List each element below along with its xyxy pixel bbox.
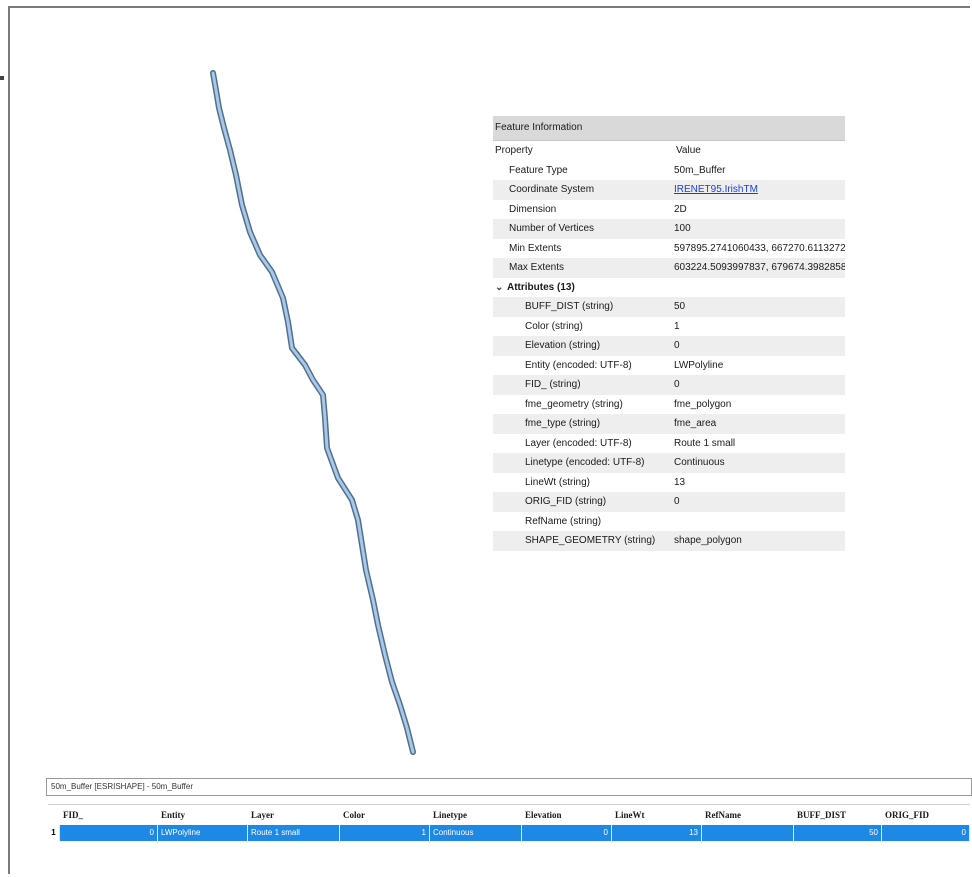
attribute-name: Layer (encoded: UTF-8): [525, 437, 632, 449]
property-name: Dimension: [509, 203, 557, 215]
attribute-value: Continuous: [674, 457, 725, 468]
attribute-name: ORIG_FID (string): [525, 496, 607, 507]
column-header-orig-fid[interactable]: ORIG_FID: [882, 805, 970, 825]
attribute-row-color[interactable]: Color (string) 1: [493, 317, 845, 337]
attribute-name: FID_ (string): [525, 379, 581, 390]
attribute-value: fme_polygon: [674, 398, 732, 410]
attribute-value: fme_area: [674, 418, 717, 429]
column-header-buff-dist[interactable]: BUFF_DIST: [794, 805, 882, 825]
attribute-name: fme_type (string): [525, 418, 601, 429]
attribute-row-fme-geometry[interactable]: fme_geometry (string) fme_polygon: [493, 395, 845, 415]
attribute-value: 1: [674, 320, 680, 332]
attribute-value: 13: [674, 476, 686, 488]
property-name: Min Extents: [509, 242, 562, 254]
attribute-value: 50: [674, 301, 686, 312]
column-header-linewt[interactable]: LineWt: [612, 805, 702, 825]
cell-refname[interactable]: [702, 825, 794, 841]
property-name: Number of Vertices: [509, 223, 595, 234]
table-viewer-title[interactable]: 50m_Buffer [ESRISHAPE] - 50m_Buffer: [46, 778, 972, 796]
property-column-header: Property: [495, 145, 533, 156]
property-name: Coordinate System: [509, 184, 595, 195]
attribute-value: 0: [674, 340, 680, 351]
buffer-route-fill[interactable]: [211, 71, 415, 754]
cell-linewt[interactable]: 13: [612, 825, 702, 841]
attribute-row-entity[interactable]: Entity (encoded: UTF-8) LWPolyline: [493, 356, 845, 376]
property-row-dimension[interactable]: Dimension 2D: [493, 200, 845, 220]
attribute-value: Route 1 small: [674, 437, 736, 449]
attribute-name: LineWt (string): [525, 476, 591, 488]
attribute-row-linetype[interactable]: Linetype (encoded: UTF-8) Continuous: [493, 453, 845, 473]
panel-header-row: Property Value: [493, 141, 845, 161]
column-header-color[interactable]: Color: [340, 805, 430, 825]
chevron-down-icon[interactable]: ⌄: [495, 278, 507, 298]
attribute-value: 0: [674, 379, 680, 390]
property-row-feature-type[interactable]: Feature Type 50m_Buffer: [493, 161, 845, 181]
column-header-fid[interactable]: FID_: [60, 805, 158, 825]
cell-fid[interactable]: 0: [60, 825, 158, 841]
attribute-row-buff-dist[interactable]: BUFF_DIST (string) 50: [493, 297, 845, 317]
row-number[interactable]: 1: [48, 825, 60, 841]
attribute-name: Color (string): [525, 320, 583, 332]
attribute-value: shape_polygon: [674, 535, 742, 546]
attribute-row-layer[interactable]: Layer (encoded: UTF-8) Route 1 small: [493, 434, 845, 454]
column-header-linetype[interactable]: Linetype: [430, 805, 522, 825]
property-row-max-extents[interactable]: Max Extents 603224.5093997837, 679674.39…: [493, 258, 845, 278]
cell-linetype[interactable]: Continuous: [430, 825, 522, 841]
attribute-value: [670, 512, 845, 532]
property-name: Max Extents: [509, 262, 565, 273]
property-value: 100: [674, 223, 691, 234]
attribute-name: Entity (encoded: UTF-8): [525, 359, 632, 371]
column-header-elevation[interactable]: Elevation: [522, 805, 612, 825]
attribute-row-linewt[interactable]: LineWt (string) 13: [493, 473, 845, 493]
value-column-header: Value: [676, 145, 701, 156]
attribute-row-orig-fid[interactable]: ORIG_FID (string) 0: [493, 492, 845, 512]
table-header-row: FID_ Entity Layer Color Linetype Elevati…: [48, 805, 970, 825]
property-row-number-of-vertices[interactable]: Number of Vertices 100: [493, 219, 845, 239]
cell-color[interactable]: 1: [340, 825, 430, 841]
attribute-name: Elevation (string): [525, 340, 601, 351]
property-name: Feature Type: [509, 164, 568, 176]
attribute-value: LWPolyline: [674, 359, 724, 371]
cell-entity[interactable]: LWPolyline: [158, 825, 248, 841]
property-value: 50m_Buffer: [674, 164, 726, 176]
column-header-entity[interactable]: Entity: [158, 805, 248, 825]
attribute-name: RefName (string): [525, 515, 602, 527]
column-header-refname[interactable]: RefName: [702, 805, 794, 825]
cell-buff-dist[interactable]: 50: [794, 825, 882, 841]
property-value: 597895.2741060433, 667270.6113272213: [674, 242, 845, 254]
attributes-group-label: Attributes (13): [507, 281, 575, 293]
property-row-min-extents[interactable]: Min Extents 597895.2741060433, 667270.61…: [493, 239, 845, 259]
cell-orig-fid[interactable]: 0: [882, 825, 970, 841]
property-value: 603224.5093997837, 679674.398285852: [674, 262, 845, 273]
table-viewer: 50m_Buffer [ESRISHAPE] - 50m_Buffer FID_…: [46, 778, 972, 852]
attributes-group-toggle[interactable]: ⌄ Attributes (13): [493, 278, 845, 298]
property-value: 2D: [674, 203, 687, 215]
attribute-name: fme_geometry (string): [525, 398, 623, 410]
attribute-row-fme-type[interactable]: fme_type (string) fme_area: [493, 414, 845, 434]
feature-information-panel: Feature Information Property Value Featu…: [493, 116, 845, 551]
column-header-layer[interactable]: Layer: [248, 805, 340, 825]
cell-layer[interactable]: Route 1 small: [248, 825, 340, 841]
attribute-name: SHAPE_GEOMETRY (string): [525, 535, 656, 546]
row-header-corner: [48, 805, 60, 825]
panel-title: Feature Information: [493, 116, 845, 141]
attribute-value: 0: [674, 496, 680, 507]
attribute-name: BUFF_DIST (string): [525, 301, 614, 312]
attribute-name: Linetype (encoded: UTF-8): [525, 457, 645, 468]
property-row-coordinate-system[interactable]: Coordinate System IRENET95.IrishTM: [493, 180, 845, 200]
attribute-row-fid[interactable]: FID_ (string) 0: [493, 375, 845, 395]
attribute-row-elevation[interactable]: Elevation (string) 0: [493, 336, 845, 356]
attribute-table[interactable]: FID_ Entity Layer Color Linetype Elevati…: [48, 804, 970, 841]
coordinate-system-link[interactable]: IRENET95.IrishTM: [670, 180, 845, 200]
attribute-row-refname[interactable]: RefName (string): [493, 512, 845, 532]
attribute-row-shape-geometry[interactable]: SHAPE_GEOMETRY (string) shape_polygon: [493, 531, 845, 551]
table-row[interactable]: 1 0 LWPolyline Route 1 small 1 Continuou…: [48, 825, 970, 841]
cell-elevation[interactable]: 0: [522, 825, 612, 841]
